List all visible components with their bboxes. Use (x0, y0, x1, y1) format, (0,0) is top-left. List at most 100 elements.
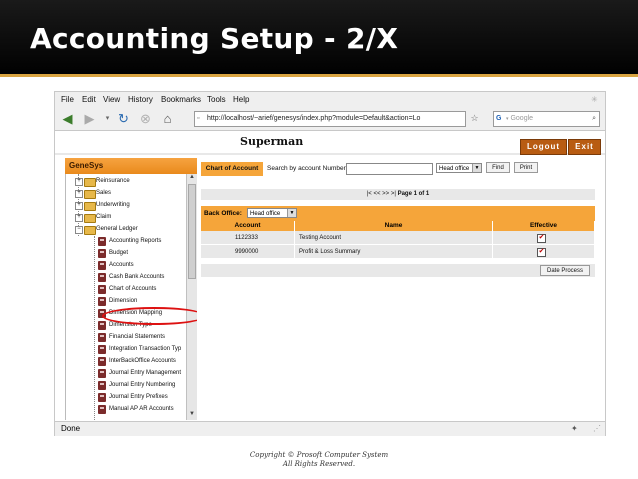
scroll-thumb[interactable] (188, 184, 196, 279)
stop-icon[interactable]: ⊗ (137, 110, 154, 127)
expand-icon[interactable]: + (75, 178, 83, 186)
print-button[interactable]: Print (514, 162, 538, 173)
column-header-effective[interactable]: Effective (493, 221, 595, 231)
folder-icon (84, 190, 96, 199)
chevron-down-icon: ▼ (472, 164, 481, 172)
effective-cell: ✔ (493, 231, 595, 245)
scroll-down-icon[interactable]: ▼ (187, 411, 197, 420)
resize-grip-icon[interactable]: ⋰ (593, 422, 601, 436)
pager: |< << >> >| Page 1 of 1 (201, 189, 595, 200)
browser-window: File Edit View History Bookmarks Tools H… (54, 91, 606, 436)
office-select[interactable]: Head office ▼ (436, 163, 482, 173)
title-underline (0, 74, 638, 77)
effective-checkbox[interactable]: ✔ (537, 248, 546, 257)
copyright-line-1: Copyright © Prosoft Computer System (249, 451, 389, 459)
url-bar[interactable]: ▫ http://localhost/~arief/genesys/index.p… (194, 111, 466, 127)
back-icon[interactable]: ◀ (59, 110, 76, 127)
url-text: http://localhost/~arief/genesys/index.ph… (207, 115, 421, 122)
status-bar: Done ✦ ⋰ (55, 421, 605, 436)
menu-file[interactable]: File (61, 95, 74, 104)
bookmark-star-icon[interactable]: ☆ (466, 110, 483, 127)
document-icon (98, 297, 106, 306)
throbber-icon: ✳ (591, 95, 598, 104)
expand-icon[interactable]: + (75, 190, 83, 198)
menu-help[interactable]: Help (233, 95, 249, 104)
document-icon (98, 273, 106, 282)
folder-icon (84, 178, 96, 187)
back-office-bar: Back Office: Head office ▼ (201, 206, 595, 221)
search-bar: Chart of Account Search by account Numbe… (201, 162, 595, 176)
menu-tools[interactable]: Tools (207, 95, 226, 104)
effective-cell: ✔ (493, 245, 595, 259)
effective-checkbox[interactable]: ✔ (537, 234, 546, 243)
search-engine-box[interactable]: G ▾ Google ⌕ (493, 111, 600, 127)
menu-history[interactable]: History (128, 95, 153, 104)
account-cell: 1122333 (201, 231, 295, 245)
menu-view[interactable]: View (103, 95, 120, 104)
collapse-icon[interactable]: − (75, 226, 83, 234)
status-text: Done (61, 424, 81, 433)
google-icon: G (496, 115, 502, 122)
page-content: Superman Logout Exit GeneSys + Reinsuran… (55, 131, 605, 421)
expand-icon[interactable]: + (75, 214, 83, 222)
document-icon (98, 333, 106, 342)
app-header: Superman Logout Exit (55, 131, 605, 155)
document-icon (98, 285, 106, 294)
slide-title-bar: Accounting Setup - 2/X (0, 0, 638, 77)
find-button[interactable]: Find (486, 162, 510, 173)
copyright-line-2: All Rights Reserved. (282, 460, 356, 468)
page-icon: ▫ (197, 115, 200, 122)
table-footer: Date Process (201, 264, 595, 277)
pager-text: Page 1 of 1 (397, 191, 430, 197)
account-number-input[interactable] (346, 163, 433, 175)
forward-icon[interactable]: ▶ (81, 110, 98, 127)
home-icon[interactable]: ⌂ (159, 110, 176, 127)
search-label: Search by account Number (267, 165, 346, 172)
pager-nav[interactable]: |< << >> >| (367, 191, 396, 197)
addon-icon: ✦ (571, 424, 578, 433)
scroll-up-icon[interactable]: ▲ (187, 174, 197, 183)
reload-icon[interactable]: ↻ (115, 110, 132, 127)
copyright-footer: Copyright © Prosoft Computer System All … (0, 451, 638, 469)
sidebar-scrollbar[interactable]: ▲ ▼ (186, 174, 197, 420)
module-tree: + Reinsurance + Sales + Underwriting + C… (65, 174, 186, 420)
folder-icon (84, 214, 96, 223)
document-icon (98, 369, 106, 378)
search-placeholder: Google (510, 115, 534, 122)
folder-open-icon (84, 226, 96, 235)
name-cell: Profit & Loss Summary (295, 245, 493, 259)
sidebar: GeneSys + Reinsurance + Sales + Underwri… (65, 158, 197, 420)
menu-bookmarks[interactable]: Bookmarks (161, 95, 201, 104)
menu-edit[interactable]: Edit (82, 95, 96, 104)
document-icon (98, 345, 106, 354)
folder-icon (84, 202, 96, 211)
column-header-name[interactable]: Name (295, 221, 493, 231)
chevron-down-icon: ▼ (287, 209, 296, 217)
back-office-label: Back Office: (204, 210, 242, 217)
column-header-account[interactable]: Account (201, 221, 295, 231)
document-icon (98, 393, 106, 402)
navigation-toolbar: ◀ ▶ ▾ ↻ ⊗ ⌂ ▫ http://localhost/~arief/gen… (55, 108, 605, 131)
back-office-select[interactable]: Head office ▼ (247, 208, 297, 218)
document-icon (98, 237, 106, 246)
sidebar-header: GeneSys (65, 158, 197, 174)
name-cell: Testing Account (295, 231, 493, 245)
app-title: Superman (240, 135, 304, 148)
document-icon (98, 321, 106, 330)
dropdown-icon[interactable]: ▾ (99, 110, 116, 127)
account-cell: 9990000 (201, 245, 295, 259)
menubar: File Edit View History Bookmarks Tools H… (55, 92, 605, 108)
document-icon (98, 357, 106, 366)
search-icon[interactable]: ⌕ (592, 112, 596, 126)
main-panel: Chart of Account Search by account Numbe… (201, 158, 595, 420)
expand-icon[interactable]: + (75, 202, 83, 210)
logout-button[interactable]: Logout (520, 139, 567, 155)
exit-button[interactable]: Exit (568, 139, 601, 155)
date-process-button[interactable]: Date Process (540, 265, 590, 276)
document-icon (98, 405, 106, 414)
slide-title: Accounting Setup - 2/X (30, 22, 399, 55)
document-icon (98, 261, 106, 270)
document-icon (98, 249, 106, 258)
tab-chart-of-account[interactable]: Chart of Account (201, 162, 263, 176)
highlight-ellipse (102, 307, 197, 325)
